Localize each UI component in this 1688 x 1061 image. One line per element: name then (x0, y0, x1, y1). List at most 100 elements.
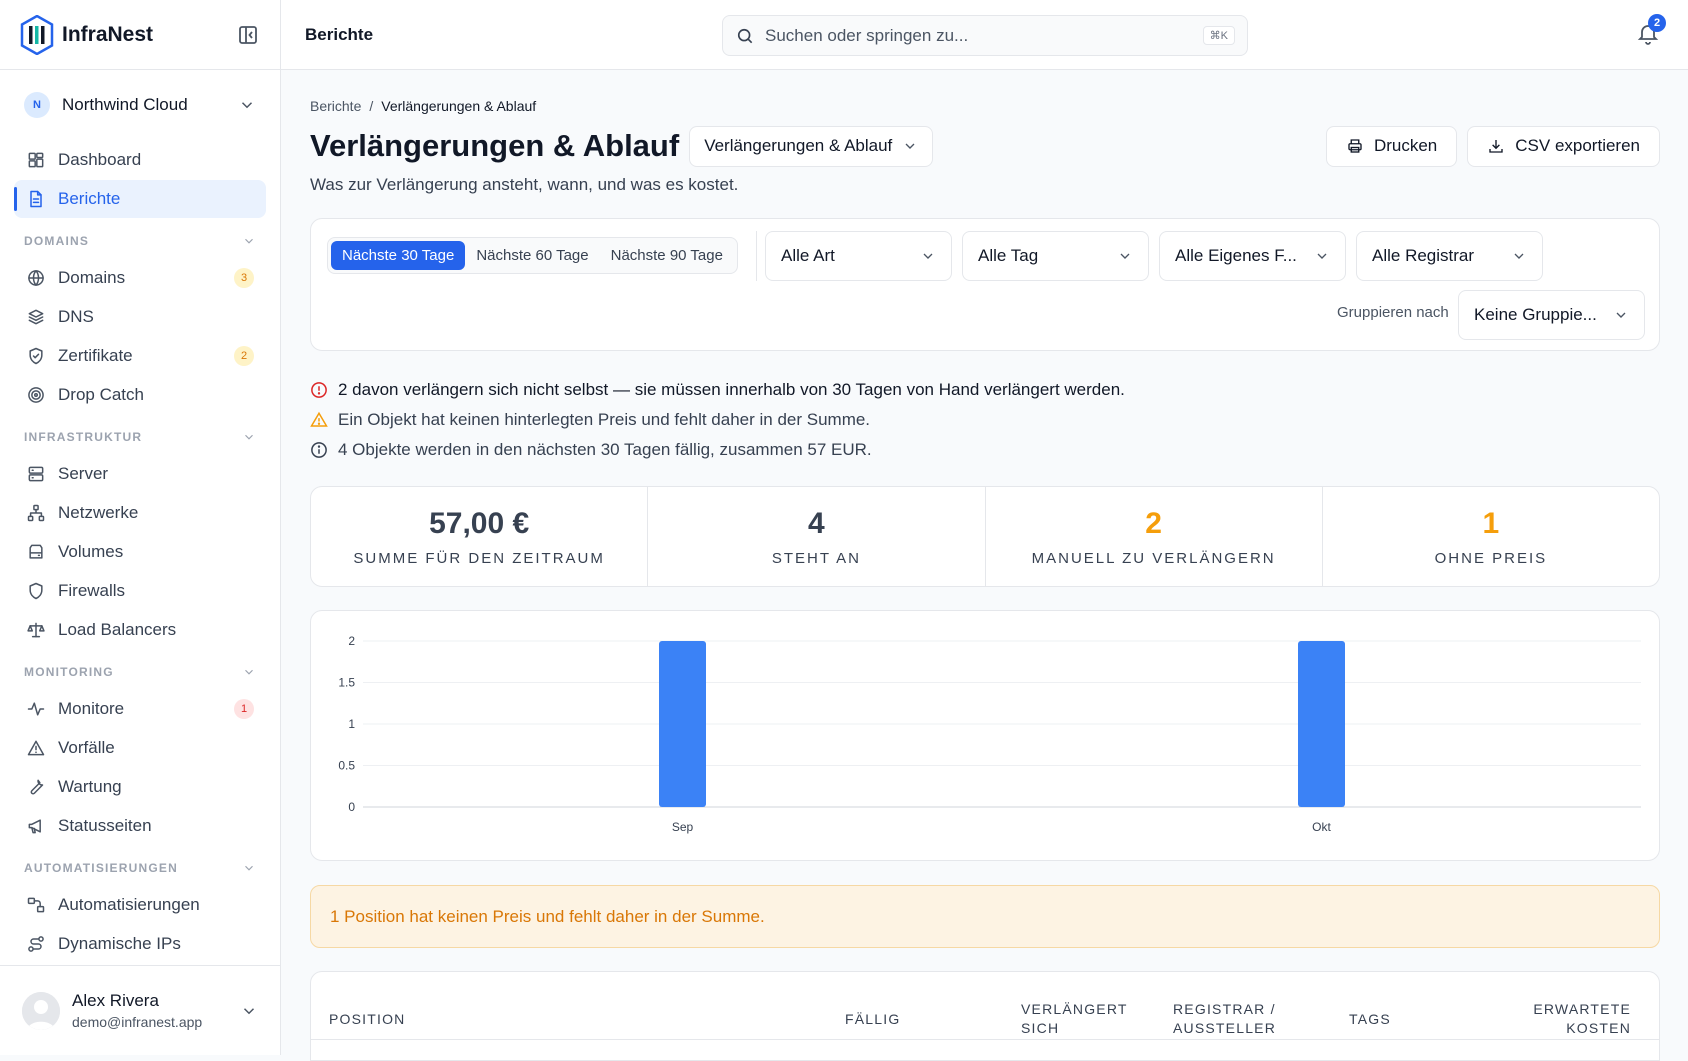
sidebar-item-label: Automatisierungen (58, 895, 200, 914)
range-segmented-control: Nächste 30 Tage Nächste 60 Tage Nächste 90… (327, 237, 738, 274)
bar-okt[interactable] (1298, 641, 1345, 807)
range-option-1[interactable]: Nächste 30 Tage (331, 241, 466, 270)
brand-name: InfraNest (62, 22, 154, 46)
sidebar-item-dashboard[interactable]: Dashboard (14, 141, 266, 179)
column-header-tags[interactable]: TAGS (1349, 986, 1449, 1052)
type-filter-value: Alle Art (781, 246, 835, 265)
route-icon (28, 936, 44, 952)
sidebar-item-monitore[interactable]: Monitore 1 (14, 690, 266, 728)
shield-check-icon (29, 347, 43, 365)
sidebar-item-berichte[interactable]: Berichte (14, 180, 266, 218)
missing-price-notice: 1 Position hat keinen Preis und fehlt da… (310, 885, 1660, 948)
topbar-title: Berichte (305, 24, 374, 44)
stat-manual-label: MANUELL ZU VERLÄNGERN (1031, 549, 1276, 567)
table-header-divider (311, 1039, 1659, 1040)
section-header-infrastruktur[interactable]: INFRASTRUKTUR (0, 420, 280, 454)
sidebar-item-zertifikate[interactable]: Zertifikate 2 (14, 337, 266, 375)
sidebar-item-label: Dashboard (58, 150, 142, 169)
sidebar-item-label: Zertifikate (58, 346, 133, 365)
stat-total-label: SUMME FÜR DEN ZEITRAUM (353, 549, 605, 567)
chevron-down-icon (1616, 312, 1626, 318)
print-button[interactable]: Drucken (1325, 125, 1458, 167)
infranest-logo-icon[interactable] (20, 14, 54, 55)
sidebar-item-dynamische-ips[interactable]: Dynamische IPs (14, 925, 266, 963)
group-by-label: Gruppieren nach (1337, 304, 1449, 321)
report-type-select[interactable]: Verlängerungen & Ablauf (689, 125, 934, 167)
user-menu[interactable]: Alex Rivera demo@infranest.app (0, 965, 280, 1055)
sidebar-item-statusseiten[interactable]: Statusseiten (14, 807, 266, 845)
sidebar-item-automatisierungen[interactable]: Automatisierungen (14, 886, 266, 924)
bar-sep[interactable] (659, 641, 706, 807)
csv-export-button[interactable]: CSV exportieren (1467, 125, 1660, 167)
alert-list: 2 davon verlängern sich nicht selbst — s… (310, 375, 1660, 465)
sidebar-item-label: Netzwerke (58, 503, 139, 522)
sidebar-item-netzwerke[interactable]: Netzwerke (14, 494, 266, 532)
column-header-auto-renew[interactable]: VERLÄNGERT SICH (1021, 986, 1141, 1052)
sidebar-item-server[interactable]: Server (14, 455, 266, 493)
sidebar-item-vorfaelle[interactable]: Vorfälle (14, 729, 266, 767)
chevron-down-icon (245, 238, 253, 244)
group-by-select[interactable]: Keine Gruppie... (1458, 290, 1645, 340)
layers-icon (28, 309, 44, 325)
sidebar-item-label: Domains (58, 268, 126, 287)
user-name: Alex Rivera (72, 991, 159, 1010)
sidebar-item-dns[interactable]: DNS (14, 298, 266, 336)
sidebar-item-volumes[interactable]: Volumes (14, 533, 266, 571)
sidebar-item-firewalls[interactable]: Firewalls (14, 572, 266, 610)
chevron-down-icon (245, 434, 253, 440)
stat-manual-value: 2 (1145, 506, 1162, 540)
org-switcher[interactable]: N Northwind Cloud (0, 70, 280, 140)
sidebar-item-wartung[interactable]: Wartung (14, 768, 266, 806)
network-icon (27, 504, 45, 522)
sidebar-item-drop-catch[interactable]: Drop Catch (14, 376, 266, 414)
count-badge: 2 (234, 346, 254, 366)
user-email: demo@infranest.app (72, 1014, 203, 1030)
y-tick-label: 0.5 (338, 759, 355, 773)
sidebar-item-label: Drop Catch (58, 385, 144, 404)
sidebar-item-label: Dynamische IPs (58, 934, 181, 953)
renewal-chart-card: 0 0.5 1 1.5 2 Sep Okt (310, 610, 1660, 861)
chevron-down-icon (245, 669, 253, 675)
shortcut-hint: ⌘K (1202, 26, 1235, 45)
info-circle-icon (311, 442, 327, 458)
section-header-domains[interactable]: DOMAINS (0, 224, 280, 258)
renewal-table: POSITION FÄLLIG VERLÄNGERT SICH REGISTRA… (310, 971, 1660, 1061)
column-header-expected-cost[interactable]: ERWARTETE KOSTEN (1479, 986, 1631, 1052)
org-avatar: N (24, 92, 50, 118)
sidebar-item-domains[interactable]: Domains 3 (14, 259, 266, 297)
sidebar-item-label: Monitore (58, 699, 125, 718)
drive-icon (29, 544, 43, 559)
wrench-icon (30, 779, 44, 795)
range-option-3[interactable]: Nächste 90 Tage (600, 241, 734, 270)
search-input[interactable] (765, 25, 1203, 46)
sidebar-item-label: Wartung (58, 777, 122, 796)
scale-icon (27, 622, 45, 638)
notification-badge: 2 (1648, 14, 1666, 32)
custom-field-filter-select[interactable]: Alle Eigenes F... (1159, 231, 1346, 281)
section-header-monitoring[interactable]: MONITORING (0, 655, 280, 689)
chevron-down-icon (1514, 253, 1524, 259)
tag-filter-select[interactable]: Alle Tag (962, 231, 1149, 281)
section-title: INFRASTRUKTUR (24, 430, 143, 444)
topbar: Berichte ⌘K 2 (281, 0, 1688, 70)
sidebar-item-load-balancers[interactable]: Load Balancers (14, 611, 266, 649)
type-filter-select[interactable]: Alle Art (765, 231, 952, 281)
column-header-due[interactable]: FÄLLIG (845, 986, 965, 1052)
y-tick-label: 1.5 (338, 676, 355, 690)
warning-triangle-icon (310, 411, 328, 427)
divider (756, 231, 757, 281)
breadcrumb-reports-link[interactable]: Berichte (310, 98, 361, 114)
column-header-registrar[interactable]: REGISTRAR / AUSSTELLER (1173, 986, 1293, 1052)
column-header-position[interactable]: POSITION (329, 986, 629, 1052)
range-option-2[interactable]: Nächste 60 Tage (465, 241, 599, 270)
alert-error-text: 2 davon verlängern sich nicht selbst — s… (338, 380, 1125, 399)
search-icon (737, 28, 753, 43)
registrar-filter-select[interactable]: Alle Registrar (1356, 231, 1543, 281)
org-name: Northwind Cloud (62, 95, 188, 114)
section-header-automatisierungen[interactable]: AUTOMATISIERUNGEN (0, 851, 280, 885)
y-tick-label: 1 (348, 717, 355, 731)
stat-total: 57,00 € SUMME FÜR DEN ZEITRAUM (311, 487, 649, 586)
search-box[interactable]: ⌘K (722, 15, 1248, 56)
renewal-bar-chart: 0 0.5 1 1.5 2 Sep Okt (338, 634, 1641, 834)
sidebar-collapse-icon[interactable] (236, 23, 260, 47)
